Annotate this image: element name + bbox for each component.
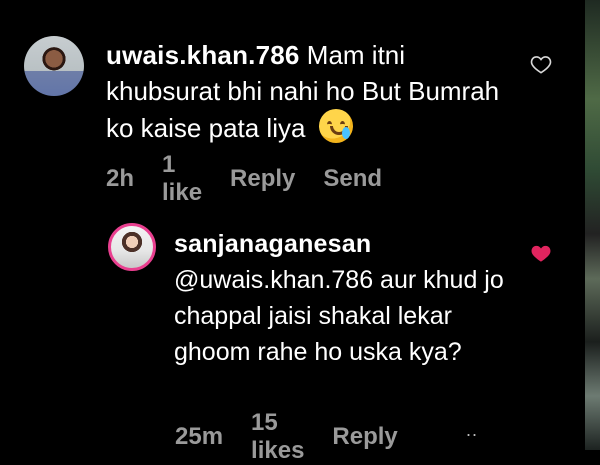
- reply-likes[interactable]: 15 likes: [251, 409, 304, 465]
- comment-meta-row: 2h 1 like Reply Send: [106, 151, 382, 207]
- reply-text-block: sanjanaganesan @uwais.khan.786 aur khud …: [174, 226, 519, 370]
- reply-button-second[interactable]: Reply: [332, 423, 397, 451]
- reply-username[interactable]: sanjanaganesan: [174, 226, 519, 262]
- reply-avatar[interactable]: [108, 223, 156, 271]
- heart-outline-icon[interactable]: [530, 54, 552, 74]
- commenter-avatar[interactable]: [24, 36, 84, 96]
- reply-message: @uwais.khan.786 aur khud jo chappal jais…: [174, 266, 504, 366]
- reply-time: 25m: [175, 423, 224, 450]
- more-icon[interactable]: ..: [466, 420, 478, 441]
- comment-text-block: uwais.khan.786 Mam itni khubsurat bhi na…: [106, 37, 526, 146]
- reply-button[interactable]: Reply: [230, 165, 295, 193]
- send-button[interactable]: Send: [323, 165, 382, 193]
- comment-time: 2h: [106, 165, 135, 192]
- heart-filled-icon[interactable]: [530, 243, 552, 263]
- background-photo-strip: [585, 0, 600, 450]
- sad-emoji-icon: [318, 109, 353, 143]
- reply-meta-row: 25m 15 likes Reply: [175, 409, 398, 465]
- commenter-username[interactable]: uwais.khan.786: [106, 40, 300, 70]
- comment-likes[interactable]: 1 like: [162, 151, 202, 207]
